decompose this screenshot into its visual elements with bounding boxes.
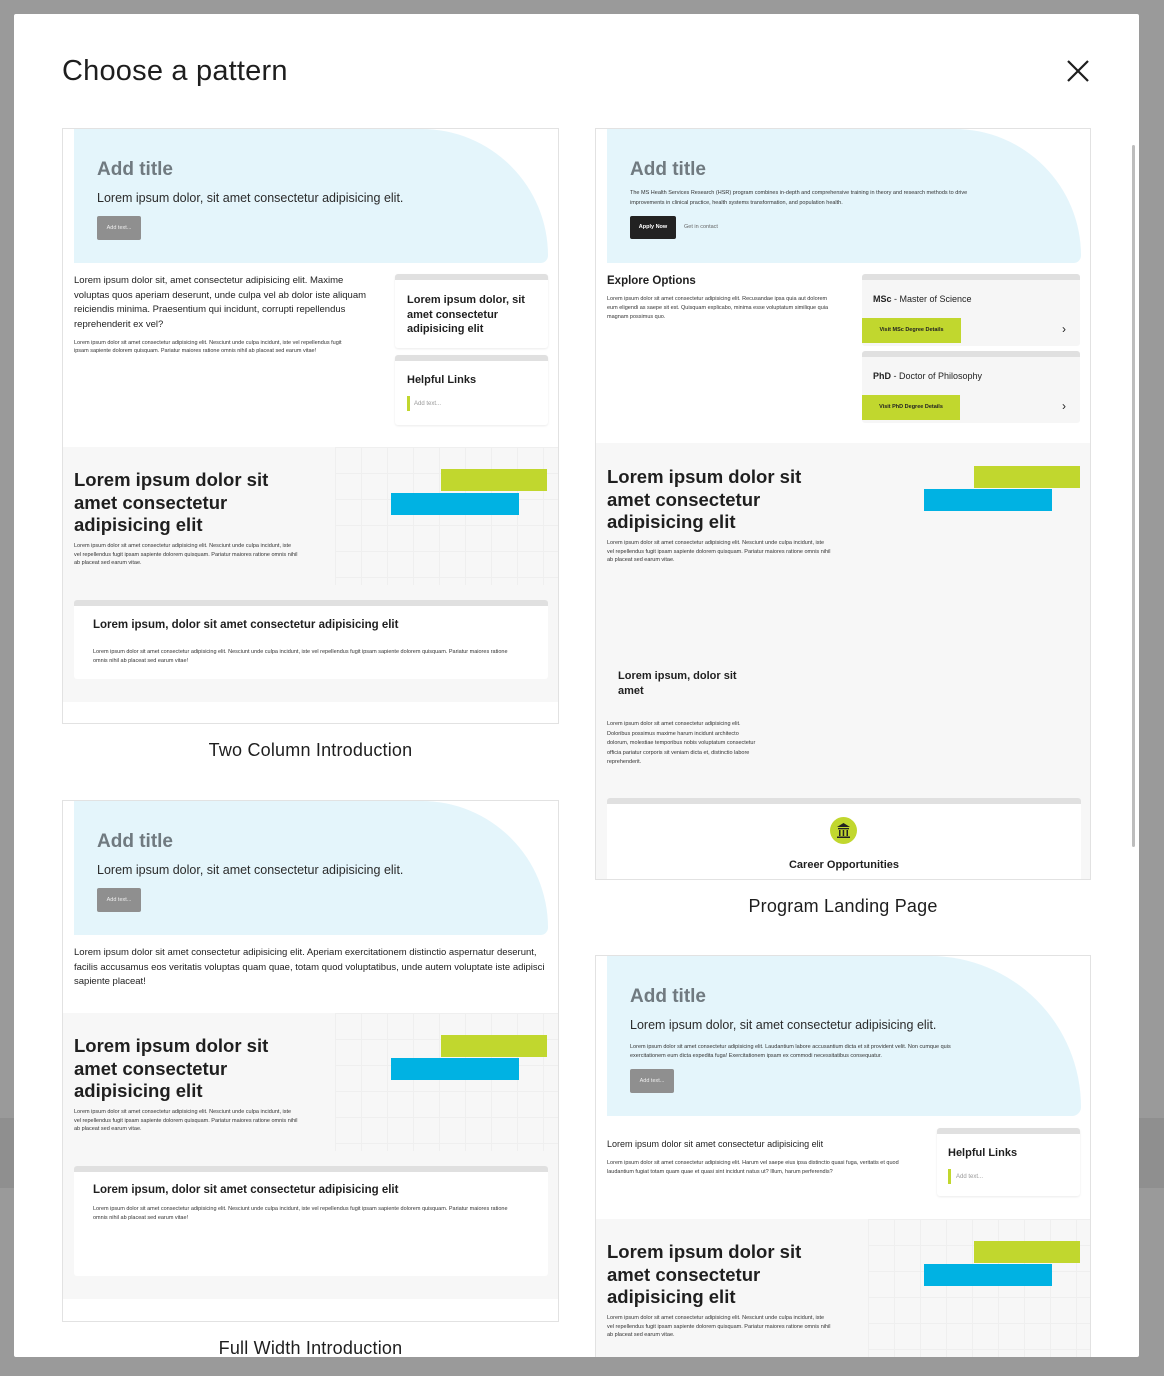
- content-box-text: Lorem ipsum dolor sit amet consectetur a…: [93, 1206, 508, 1221]
- intro-small-text: Lorem ipsum dolor sit amet consectetur a…: [74, 340, 342, 354]
- hero-button: Add text...: [630, 1069, 674, 1093]
- apply-button: Apply Now: [630, 216, 676, 239]
- hero-button: Add text...: [97, 216, 141, 240]
- links-accent: [407, 396, 410, 411]
- hero-title: Add title: [97, 831, 173, 852]
- intro-small-text: Lorem ipsum dolor sit amet consectetur a…: [607, 1160, 899, 1175]
- grid-pattern: [335, 1013, 558, 1151]
- band-heading: Lorem ipsum dolor sit amet consectetur a…: [74, 469, 269, 535]
- links-placeholder: Add text...: [956, 1174, 984, 1180]
- intro-paragraph: Lorem ipsum dolor sit amet consectetur a…: [607, 1139, 824, 1149]
- close-icon: [1067, 60, 1089, 82]
- pattern-card-full-width[interactable]: Add title Lorem ipsum dolor, sit amet co…: [62, 800, 559, 1322]
- explore-title: Explore Options: [607, 275, 696, 287]
- lime-bar: [441, 469, 547, 491]
- sub-text: Lorem ipsum dolor sit amet consectetur a…: [607, 721, 756, 765]
- msc-label: MSc - Master of Science: [873, 294, 972, 304]
- background-divider: [0, 1118, 14, 1188]
- grid-pattern: [335, 447, 558, 585]
- phd-button: Visit PhD Degree Details: [862, 395, 960, 420]
- phd-label: PhD - Doctor of Philosophy: [873, 371, 982, 381]
- explore-text: Lorem ipsum dolor sit amet consectetur a…: [607, 296, 829, 320]
- contact-link: Get in contact: [684, 224, 718, 230]
- content-box-title: Lorem ipsum, dolor sit amet consectetur …: [93, 619, 399, 631]
- side-box-title: Lorem ipsum dolor, sit amet consectetur …: [407, 294, 525, 335]
- hero-title: Add title: [97, 159, 173, 180]
- intro-paragraph: Lorem ipsum dolor sit, amet consectetur …: [74, 275, 367, 330]
- building-icon: [830, 817, 857, 844]
- links-accent: [948, 1169, 951, 1184]
- modal-title: Choose a pattern: [62, 55, 288, 87]
- cyan-bar: [924, 1264, 1052, 1286]
- hero-title: Add title: [630, 159, 706, 180]
- links-placeholder: Add text...: [414, 401, 442, 407]
- sub-heading: Lorem ipsum, dolor sit amet: [618, 670, 737, 697]
- links-box: [937, 1128, 1080, 1196]
- band-heading: Lorem ipsum dolor sit amet consectetur a…: [607, 466, 802, 532]
- pattern-caption[interactable]: Program Landing Page: [595, 896, 1091, 917]
- cyan-bar: [391, 1058, 519, 1080]
- chevron-right-icon: ›: [1062, 399, 1066, 413]
- lime-bar: [441, 1035, 547, 1057]
- close-button[interactable]: [1059, 52, 1097, 90]
- band-text: Lorem ipsum dolor sit amet consectetur a…: [607, 1315, 831, 1338]
- pattern-caption[interactable]: Full Width Introduction: [62, 1338, 559, 1357]
- hero-subtitle: Lorem ipsum dolor, sit amet consectetur …: [97, 863, 404, 877]
- pattern-caption[interactable]: Two Column Introduction: [62, 740, 559, 761]
- cyan-bar: [924, 489, 1052, 511]
- intro-paragraph: Lorem ipsum dolor sit amet consectetur a…: [74, 947, 545, 987]
- links-title: Helpful Links: [407, 374, 477, 386]
- links-box: [395, 355, 548, 425]
- lime-bar: [974, 1241, 1080, 1263]
- cyan-bar: [391, 493, 519, 515]
- links-title: Helpful Links: [948, 1147, 1018, 1159]
- content-box: [74, 600, 548, 679]
- hero-text: Lorem ipsum dolor sit amet consectetur a…: [630, 1044, 951, 1059]
- band-text: Lorem ipsum dolor sit amet consectetur a…: [74, 1109, 298, 1132]
- pattern-card-two-column[interactable]: Add title Lorem ipsum dolor, sit amet co…: [62, 128, 559, 724]
- hero-title: Add title: [630, 986, 706, 1007]
- phd-text: - Doctor of Philosophy: [893, 371, 983, 381]
- hero-text: The MS Health Services Research (HSR) pr…: [630, 190, 968, 206]
- phd-abbr: PhD: [873, 371, 891, 381]
- hero-subtitle: Lorem ipsum dolor, sit amet consectetur …: [97, 191, 404, 205]
- band-heading: Lorem ipsum dolor sit amet consectetur a…: [607, 1241, 802, 1307]
- scrollbar[interactable]: [1132, 145, 1135, 847]
- msc-abbr: MSc: [873, 294, 892, 304]
- hero-section: [607, 956, 1081, 1116]
- hero-subtitle: Lorem ipsum dolor, sit amet consectetur …: [630, 1018, 937, 1032]
- career-title: Career Opportunities: [788, 859, 900, 871]
- hero-button: Add text...: [97, 888, 141, 912]
- pattern-card-program[interactable]: Add title The MS Health Services Researc…: [595, 128, 1091, 880]
- background-page-fragment: [18, 0, 148, 14]
- content-box-text: Lorem ipsum dolor sit amet consectetur a…: [93, 649, 508, 664]
- grid-pattern: [868, 1219, 1090, 1357]
- background-divider: [1139, 1118, 1164, 1188]
- msc-button: Visit MSc Degree Details: [862, 318, 961, 343]
- chevron-right-icon: ›: [1062, 322, 1066, 336]
- band-text: Lorem ipsum dolor sit amet consectetur a…: [74, 543, 298, 566]
- content-box-title: Lorem ipsum, dolor sit amet consectetur …: [93, 1184, 399, 1196]
- band-text: Lorem ipsum dolor sit amet consectetur a…: [607, 540, 831, 563]
- pattern-modal: Choose a pattern Add title Lorem ipsum d…: [14, 14, 1139, 1357]
- band-heading: Lorem ipsum dolor sit amet consectetur a…: [74, 1035, 269, 1101]
- pattern-card-fourth[interactable]: Add title Lorem ipsum dolor, sit amet co…: [595, 955, 1091, 1357]
- msc-text: - Master of Science: [894, 294, 972, 304]
- lime-bar: [974, 466, 1080, 488]
